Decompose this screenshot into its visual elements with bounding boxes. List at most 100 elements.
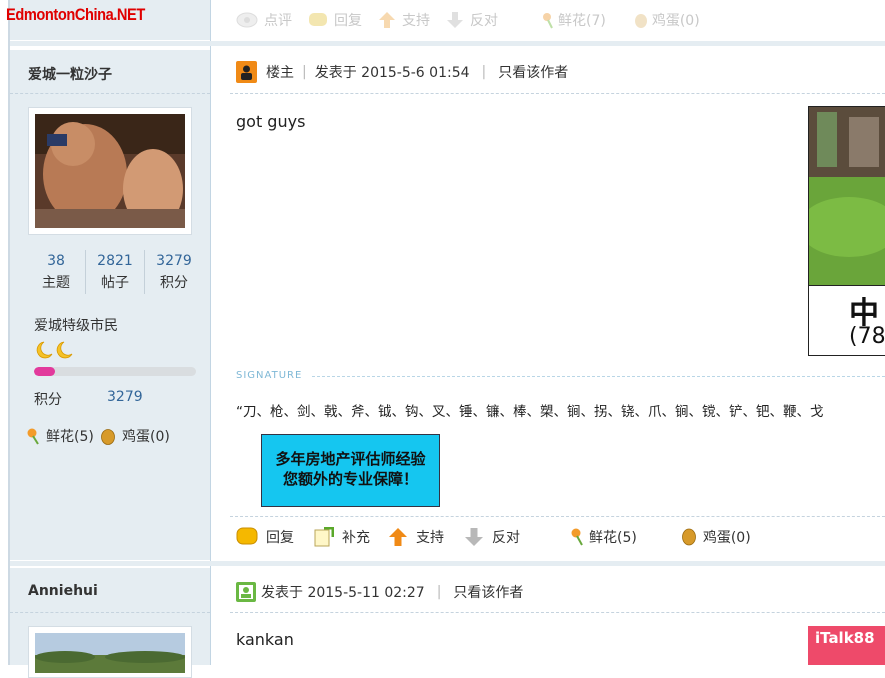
author-eggs[interactable]: 鸡蛋(0)	[100, 426, 170, 446]
egg-label: 鸡蛋(0)	[651, 13, 700, 29]
post-side-ad[interactable]: 中 (78	[808, 106, 885, 356]
post-side-ad[interactable]: iTalk88	[808, 626, 885, 665]
flower-icon	[571, 528, 583, 546]
post-separator	[10, 561, 885, 566]
meta-divider: |	[436, 584, 442, 600]
view-author-only-link[interactable]: 只看该作者	[498, 62, 568, 82]
post-meta: 楼主 | 发表于 2015-5-6 01:54 | 只看该作者	[236, 61, 568, 83]
oppose-label: 反对	[492, 530, 520, 546]
support-button[interactable]: 支持	[388, 527, 444, 547]
support-arrow-up-icon	[389, 528, 407, 546]
signature-label: SIGNATURE	[236, 370, 303, 381]
online-user-icon	[236, 582, 256, 602]
flower-label: 鲜花(5)	[589, 530, 637, 546]
flower-icon	[27, 428, 39, 445]
user-rank[interactable]: 爱城特级市民	[34, 315, 118, 335]
reply-button[interactable]: 回复	[308, 10, 362, 30]
reply-icon	[236, 527, 258, 545]
score-label: 积分	[34, 392, 62, 408]
divider	[230, 93, 885, 94]
meta-divider: |	[302, 64, 307, 80]
rank-progress-fill	[34, 367, 56, 376]
egg-label: 鸡蛋(0)	[702, 530, 751, 546]
stat-posts[interactable]: 2821 帖子	[85, 250, 144, 294]
post-meta: 发表于 2015-5-11 02:27 | 只看该作者	[236, 582, 523, 602]
post-time: 发表于 2015-5-11 02:27	[261, 585, 425, 601]
meta-divider: |	[481, 64, 487, 80]
side-ad-photo	[809, 107, 885, 285]
author-flowers[interactable]: 鲜花(5)	[26, 426, 94, 446]
divider	[230, 612, 885, 613]
prev-post-actions: 点评 回复 支持 反对 鲜花(7) 鸡蛋(0)	[236, 8, 716, 32]
flower-button[interactable]: 鲜花(5)	[570, 527, 637, 547]
stat-threads-num: 38	[47, 253, 65, 269]
oppose-button[interactable]: 反对	[446, 10, 498, 30]
egg-icon	[634, 14, 647, 28]
flower-label: 鲜花(7)	[558, 13, 606, 29]
supplement-icon	[314, 527, 334, 547]
floor-label: 楼主	[266, 65, 294, 81]
divider	[230, 516, 885, 517]
side-ad-text: iTalk88	[815, 629, 875, 647]
view-author-only-link[interactable]: 只看该作者	[453, 582, 523, 602]
divider	[10, 93, 210, 94]
side-ad-banner: 中 (78	[809, 285, 885, 355]
oppose-button[interactable]: 反对	[464, 527, 520, 547]
ad-line2: 您额外的专业保障！	[282, 470, 418, 488]
author-eggs-label: 鸡蛋(0)	[122, 429, 170, 445]
egg-button[interactable]: 鸡蛋(0)	[681, 527, 751, 547]
author-avatar[interactable]	[28, 107, 192, 235]
reply-label: 回复	[266, 530, 294, 546]
avatar-image	[35, 114, 185, 228]
ad-line1: 多年房地产评估师经验	[275, 450, 426, 468]
signature-ad-banner[interactable]: 多年房地产评估师经验 您额外的专业保障！	[261, 434, 440, 507]
author-name[interactable]: Anniehui	[28, 583, 98, 599]
flower-button[interactable]: 鲜花(7)	[540, 10, 606, 30]
avatar-image	[35, 633, 185, 673]
rank-moon-icon	[36, 341, 73, 359]
stat-posts-num: 2821	[97, 253, 133, 269]
support-label: 支持	[416, 530, 444, 546]
stat-points-label: 积分	[160, 275, 188, 291]
post-time: 发表于 2015-5-6 01:54	[314, 65, 470, 81]
supplement-button[interactable]: 补充	[314, 527, 370, 547]
egg-icon	[681, 528, 696, 546]
reply-icon	[309, 13, 327, 26]
egg-button[interactable]: 鸡蛋(0)	[634, 10, 700, 30]
divider	[10, 612, 210, 613]
support-arrow-up-icon	[379, 12, 395, 28]
author-name[interactable]: 爱城一粒沙子	[28, 64, 112, 84]
comment-icon	[236, 12, 258, 28]
oppose-label: 反对	[470, 13, 498, 29]
stat-threads-label: 主题	[42, 275, 70, 291]
stat-points-num: 3279	[156, 253, 192, 269]
floor-owner-icon	[236, 61, 257, 83]
oppose-arrow-down-icon	[447, 12, 463, 28]
author-stats: 38 主题 2821 帖子 3279 积分	[27, 250, 203, 294]
site-logo[interactable]: EdmontonChina.NET	[6, 5, 145, 25]
support-label: 支持	[402, 13, 430, 29]
support-button[interactable]: 支持	[378, 10, 430, 30]
egg-icon	[101, 429, 115, 445]
author-flowers-label: 鲜花(5)	[46, 429, 94, 445]
oppose-arrow-down-icon	[465, 528, 483, 546]
comment-label: 点评	[264, 13, 292, 29]
post-content: kankan	[236, 630, 294, 649]
comment-button[interactable]: 点评	[236, 10, 292, 30]
post-content: got guys	[236, 112, 306, 131]
rank-progress-bar	[34, 367, 196, 376]
signature-text: “刀、枪、剑、戟、斧、钺、钩、叉、锤、镰、棒、槊、锏、拐、铙、爪、锏、镋、铲、钯…	[236, 404, 824, 420]
side-ad-text2: (78	[849, 324, 885, 349]
post-separator	[10, 41, 885, 46]
supplement-label: 补充	[342, 530, 370, 546]
reply-button[interactable]: 回复	[236, 527, 294, 547]
stat-threads[interactable]: 38 主题	[27, 250, 85, 294]
post-actions: 回复 补充 支持 反对 鲜花(5) 鸡蛋(0)	[236, 527, 767, 547]
signature-divider	[312, 376, 885, 377]
reply-label: 回复	[334, 13, 362, 29]
score-value[interactable]: 3279	[107, 389, 143, 405]
stat-points[interactable]: 3279 积分	[144, 250, 203, 294]
stat-posts-label: 帖子	[101, 275, 129, 291]
author-avatar[interactable]	[28, 626, 192, 678]
flower-icon	[543, 13, 553, 29]
